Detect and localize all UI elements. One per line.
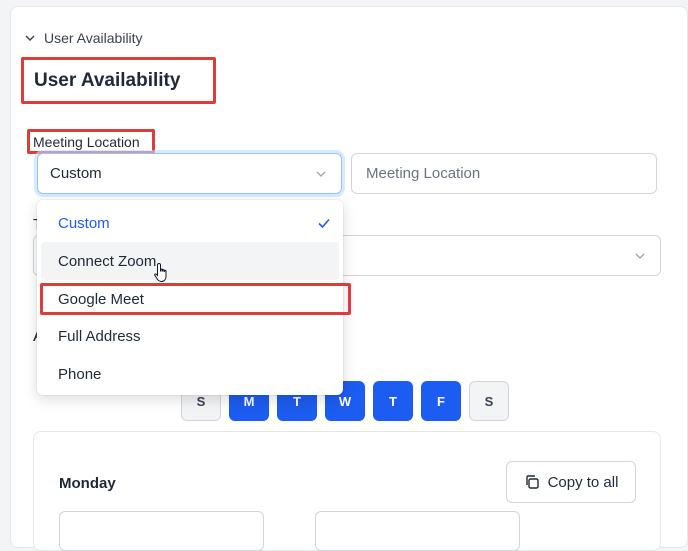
check-icon bbox=[318, 218, 330, 229]
option-custom[interactable]: Custom bbox=[37, 204, 343, 242]
option-phone[interactable]: Phone bbox=[37, 355, 343, 393]
day-schedule-card: Monday Copy to all bbox=[33, 431, 661, 551]
day-toggle-sat[interactable]: S bbox=[469, 381, 509, 421]
highlight-section-title bbox=[21, 57, 216, 104]
highlight-meeting-location-label bbox=[27, 129, 155, 154]
day-toggle-thu[interactable]: T bbox=[373, 381, 413, 421]
option-label: Full Address bbox=[58, 327, 141, 345]
chevron-down-icon bbox=[316, 171, 326, 177]
hand-cursor-icon bbox=[154, 262, 167, 283]
option-label: Connect Zoom bbox=[58, 252, 157, 270]
chevron-down-icon bbox=[635, 253, 645, 259]
collapse-label: User Availability bbox=[44, 30, 143, 46]
option-label: Phone bbox=[58, 365, 102, 383]
copy-to-all-button[interactable]: Copy to all bbox=[506, 461, 636, 503]
copy-icon bbox=[525, 475, 539, 489]
end-time-input[interactable] bbox=[315, 511, 520, 551]
meeting-location-select[interactable]: Custom bbox=[37, 153, 342, 194]
start-time-input[interactable] bbox=[59, 511, 264, 551]
option-connect-zoom[interactable]: Connect Zoom bbox=[41, 242, 339, 280]
day-name: Monday bbox=[59, 475, 116, 492]
chevron-down-icon bbox=[25, 35, 35, 41]
copy-to-all-label: Copy to all bbox=[547, 473, 619, 491]
day-toggle-fri[interactable]: F bbox=[421, 381, 461, 421]
meeting-location-input[interactable] bbox=[351, 153, 657, 194]
option-label: Custom bbox=[58, 214, 110, 232]
highlight-google-meet bbox=[40, 283, 351, 315]
collapse-toggle[interactable]: User Availability bbox=[24, 30, 143, 46]
select-value: Custom bbox=[50, 165, 102, 182]
option-full-address[interactable]: Full Address bbox=[37, 317, 343, 355]
